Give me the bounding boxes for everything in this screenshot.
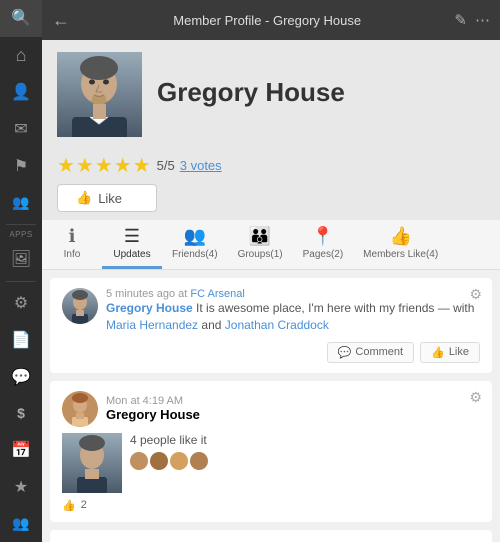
header: ← Member Profile - Gregory House ✎ ⋯ bbox=[42, 0, 500, 40]
like-avatar-3 bbox=[170, 452, 188, 470]
tab-pages[interactable]: 📍 Pages(2) bbox=[293, 220, 354, 269]
post2-header: Mon at 4:19 AM Gregory House bbox=[62, 391, 480, 427]
feed-post-1: ⚙ bbox=[50, 278, 492, 373]
post1-author-link[interactable]: Gregory House bbox=[106, 301, 193, 315]
edit-icon[interactable]: ✎ bbox=[454, 11, 467, 29]
more-icon[interactable]: ⋯ bbox=[475, 11, 490, 29]
tab-members-label: Members Like(4) bbox=[363, 249, 438, 260]
members-like-icon: 👍 bbox=[389, 226, 411, 247]
thumbs-up-icon: 👍 bbox=[76, 190, 92, 206]
sidebar-flag-icon[interactable]: ⚑ bbox=[0, 147, 42, 184]
tab-members-like[interactable]: 👍 Members Like(4) bbox=[353, 220, 448, 269]
sidebar-document-icon[interactable]: 📄 bbox=[0, 321, 42, 358]
thumbs-up-icon-small: 👍 bbox=[62, 499, 76, 512]
post2-avatar bbox=[62, 391, 98, 427]
post1-comment-button[interactable]: 💬 Comment bbox=[327, 342, 414, 363]
sidebar-settings-icon[interactable]: ⚙ bbox=[0, 285, 42, 322]
tab-info[interactable]: ℹ Info bbox=[42, 220, 102, 269]
post2-large-avatar bbox=[62, 433, 122, 493]
sidebar-group-icon[interactable]: 👥 bbox=[0, 184, 42, 221]
sidebar-calendar-icon[interactable]: 📅 bbox=[0, 432, 42, 469]
sidebar-mail-icon[interactable]: ✉ bbox=[0, 110, 42, 147]
post2-settings-icon[interactable]: ⚙ bbox=[469, 389, 482, 406]
post1-mention1-link[interactable]: Maria Hernandez bbox=[106, 318, 198, 332]
profile-name: Gregory House bbox=[157, 77, 345, 108]
sidebar-divider bbox=[6, 224, 36, 225]
back-button[interactable]: ← bbox=[52, 10, 70, 31]
profile-info: Gregory House bbox=[157, 77, 345, 112]
post2-subtext: 4 people like it bbox=[130, 433, 208, 447]
tab-groups[interactable]: 👪 Groups(1) bbox=[228, 220, 293, 269]
post1-actions: 💬 Comment 👍 Like bbox=[62, 342, 480, 363]
header-title: Member Profile - Gregory House bbox=[80, 13, 454, 28]
apps-section: APPS bbox=[9, 228, 32, 241]
star-rating: ★★★★★ bbox=[57, 153, 152, 178]
apps-label: APPS bbox=[9, 230, 32, 239]
main-content: ← Member Profile - Gregory House ✎ ⋯ bbox=[42, 0, 500, 542]
like-avatars bbox=[130, 452, 208, 470]
like-avatar-1 bbox=[130, 452, 148, 470]
sidebar-dollar-icon[interactable]: $ bbox=[0, 395, 42, 432]
pages-icon: 📍 bbox=[312, 226, 334, 247]
friends-icon: 👥 bbox=[184, 226, 206, 247]
sidebar-image-icon[interactable]: 🖼 bbox=[0, 241, 42, 278]
sidebar-divider2 bbox=[6, 281, 36, 282]
sidebar-user-icon[interactable]: 👤 bbox=[0, 74, 42, 111]
comment-icon: 💬 bbox=[338, 346, 352, 359]
post1-time: 5 minutes ago at FC Arsenal bbox=[106, 288, 480, 300]
like-avatar-4 bbox=[190, 452, 208, 470]
tab-updates-label: Updates bbox=[113, 249, 150, 260]
profile-section: Gregory House bbox=[42, 40, 500, 149]
sidebar-home-icon[interactable]: ⌂ bbox=[0, 37, 42, 74]
info-icon: ℹ bbox=[69, 226, 76, 247]
stars-row: ★★★★★ 5/5 3 votes bbox=[57, 153, 485, 178]
post1-settings-icon[interactable]: ⚙ bbox=[469, 286, 482, 303]
sidebar-star-icon[interactable]: ★ bbox=[0, 469, 42, 506]
rating-section: ★★★★★ 5/5 3 votes 👍 Like bbox=[42, 149, 500, 220]
feed-post-3: February 10 bbox=[50, 530, 492, 542]
like-avatar-2 bbox=[150, 452, 168, 470]
post1-like-button[interactable]: 👍 Like bbox=[420, 342, 480, 363]
profile-avatar bbox=[57, 52, 142, 137]
sidebar-chat-icon[interactable]: 💬 bbox=[0, 358, 42, 395]
tab-info-label: Info bbox=[64, 249, 81, 260]
header-icons: ✎ ⋯ bbox=[454, 11, 490, 29]
post2-author[interactable]: Gregory House bbox=[106, 407, 200, 422]
tab-pages-label: Pages(2) bbox=[303, 249, 344, 260]
tab-updates[interactable]: ☰ Updates bbox=[102, 220, 162, 269]
tab-friends-label: Friends(4) bbox=[172, 249, 218, 260]
post1-header: 5 minutes ago at FC Arsenal Gregory Hous… bbox=[62, 288, 480, 334]
feed-post-2: ⚙ Mon at 4:19 AM Gregory House bbox=[50, 381, 492, 522]
tabs-bar: ℹ Info ☰ Updates 👥 Friends(4) 👪 Groups(1… bbox=[42, 220, 500, 270]
sidebar: 🔍 ⌂ 👤 ✉ ⚑ 👥 APPS 🖼 ⚙ 📄 💬 $ 📅 ★ 👥 bbox=[0, 0, 42, 542]
feed: ⚙ bbox=[42, 270, 500, 542]
post2-footer: 👍 2 bbox=[62, 499, 480, 512]
tab-friends[interactable]: 👥 Friends(4) bbox=[162, 220, 228, 269]
post2-text-area: 4 people like it bbox=[130, 433, 208, 493]
updates-icon: ☰ bbox=[124, 226, 140, 247]
post1-mention2-link[interactable]: Jonathan Craddock bbox=[225, 318, 329, 332]
sidebar-search-icon[interactable]: 🔍 bbox=[0, 0, 42, 37]
groups-icon: 👪 bbox=[249, 226, 271, 247]
post1-avatar bbox=[62, 288, 98, 324]
post1-location-link[interactable]: FC Arsenal bbox=[190, 288, 244, 300]
post2-like-count: 2 bbox=[81, 499, 87, 511]
sidebar-people-icon[interactable]: 👥 bbox=[0, 505, 42, 542]
rating-score: 5/5 bbox=[157, 158, 175, 173]
like-icon: 👍 bbox=[431, 346, 445, 359]
votes-link[interactable]: 3 votes bbox=[180, 158, 222, 173]
like-button[interactable]: 👍 Like bbox=[57, 184, 157, 212]
post1-meta: 5 minutes ago at FC Arsenal Gregory Hous… bbox=[106, 288, 480, 334]
avatar-image bbox=[57, 52, 142, 137]
post2-time: Mon at 4:19 AM bbox=[106, 395, 200, 407]
post2-content: 4 people like it bbox=[62, 433, 480, 493]
post2-meta: Mon at 4:19 AM Gregory House bbox=[106, 395, 200, 422]
tab-groups-label: Groups(1) bbox=[238, 249, 283, 260]
post1-content: Gregory House It is awesome place, I'm h… bbox=[106, 300, 480, 334]
